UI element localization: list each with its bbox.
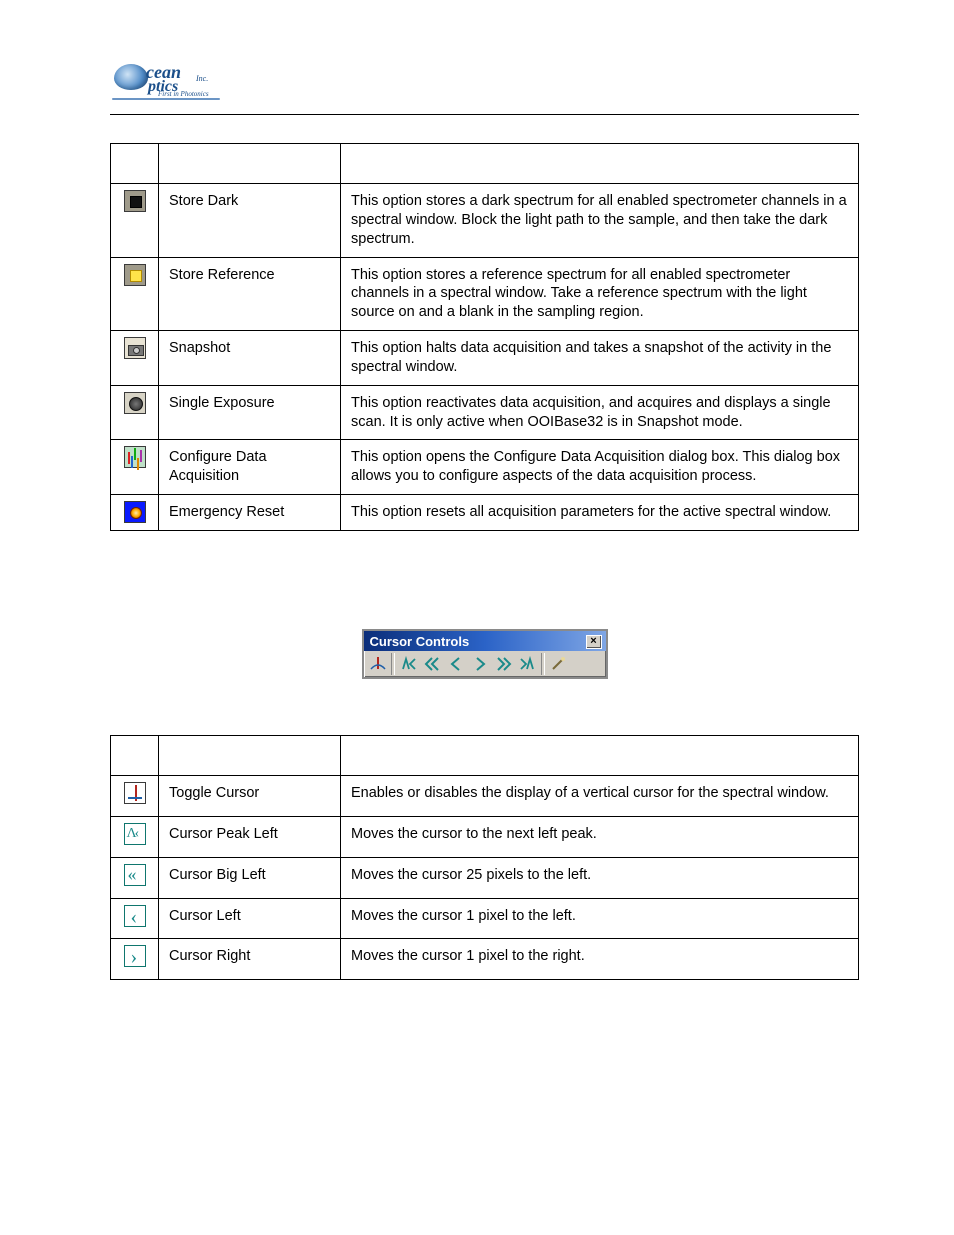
cursor-peak-right-button[interactable]: [516, 653, 540, 675]
table-row: Snapshot This option halts data acquisit…: [111, 331, 859, 386]
row-desc: This option reactivates data acquisition…: [341, 385, 859, 440]
row-desc: This option resets all acquisition param…: [341, 495, 859, 531]
row-name: Toggle Cursor: [159, 775, 341, 816]
close-icon[interactable]: ×: [586, 635, 602, 649]
row-name: Cursor Peak Left: [159, 816, 341, 857]
row-name: Store Dark: [159, 184, 341, 258]
row-desc: Moves the cursor 1 pixel to the left.: [341, 898, 859, 939]
col-desc: [341, 144, 859, 184]
cursor-left-button[interactable]: [444, 653, 468, 675]
row-name: Store Reference: [159, 257, 341, 331]
store-dark-icon: [124, 190, 146, 212]
table-row: Store Reference This option stores a ref…: [111, 257, 859, 331]
cursor-big-right-button[interactable]: [492, 653, 516, 675]
row-name: Cursor Left: [159, 898, 341, 939]
row-desc: Enables or disables the display of a ver…: [341, 775, 859, 816]
cursor-big-left-button[interactable]: [420, 653, 444, 675]
ocean-optics-logo: cean ptics Inc. First in Photonics: [110, 60, 215, 108]
toggle-cursor-button[interactable]: [366, 653, 390, 675]
cursor-controls-table: Toggle Cursor Enables or disables the di…: [110, 735, 859, 980]
row-name: Single Exposure: [159, 385, 341, 440]
cursor-peak-left-button[interactable]: [396, 653, 420, 675]
configure-data-acq-icon: [124, 446, 146, 468]
row-desc: Moves the cursor to the next left peak.: [341, 816, 859, 857]
table-header-row: [111, 144, 859, 184]
col-name: [159, 144, 341, 184]
table-row: Cursor Right Moves the cursor 1 pixel to…: [111, 939, 859, 980]
table-row: Cursor Big Left Moves the cursor 25 pixe…: [111, 857, 859, 898]
row-desc: This option halts data acquisition and t…: [341, 331, 859, 386]
toolbar-titlebar: Cursor Controls ×: [364, 631, 606, 651]
table-header-row: [111, 735, 859, 775]
row-desc: This option opens the Configure Data Acq…: [341, 440, 859, 495]
row-name: Snapshot: [159, 331, 341, 386]
table-row: Store Dark This option stores a dark spe…: [111, 184, 859, 258]
table-row: Single Exposure This option reactivates …: [111, 385, 859, 440]
col-name: [159, 735, 341, 775]
row-desc: This option stores a reference spectrum …: [341, 257, 859, 331]
table-row: Configure Data Acquisition This option o…: [111, 440, 859, 495]
row-desc: Moves the cursor 25 pixels to the left.: [341, 857, 859, 898]
acquisition-toolbar-table: Store Dark This option stores a dark spe…: [110, 143, 859, 531]
toolbar-title: Cursor Controls: [370, 634, 470, 649]
snapshot-icon: [124, 337, 146, 359]
row-desc: This option stores a dark spectrum for a…: [341, 184, 859, 258]
col-desc: [341, 735, 859, 775]
row-name: Cursor Right: [159, 939, 341, 980]
toggle-cursor-icon: [124, 782, 146, 804]
table-row: Toggle Cursor Enables or disables the di…: [111, 775, 859, 816]
row-desc: Moves the cursor 1 pixel to the right.: [341, 939, 859, 980]
toolbar-separator: [391, 653, 395, 675]
cursor-right-button[interactable]: [468, 653, 492, 675]
cursor-config-button[interactable]: [546, 653, 570, 675]
header: cean ptics Inc. First in Photonics: [110, 60, 859, 115]
table-row: Emergency Reset This option resets all a…: [111, 495, 859, 531]
col-icon: [111, 735, 159, 775]
row-name: Configure Data Acquisition: [159, 440, 341, 495]
cursor-left-icon: [124, 905, 146, 927]
toolbar-separator: [541, 653, 545, 675]
emergency-reset-icon: [124, 501, 146, 523]
row-name: Cursor Big Left: [159, 857, 341, 898]
single-exposure-icon: [124, 392, 146, 414]
logo-inc: Inc.: [196, 74, 208, 83]
col-icon: [111, 144, 159, 184]
table-row: Cursor Left Moves the cursor 1 pixel to …: [111, 898, 859, 939]
cursor-big-left-icon: [124, 864, 146, 886]
cursor-controls-toolbar: Cursor Controls ×: [362, 629, 608, 679]
cursor-peak-left-icon: [124, 823, 146, 845]
table-row: Cursor Peak Left Moves the cursor to the…: [111, 816, 859, 857]
row-name: Emergency Reset: [159, 495, 341, 531]
cursor-right-icon: [124, 945, 146, 967]
store-reference-icon: [124, 264, 146, 286]
